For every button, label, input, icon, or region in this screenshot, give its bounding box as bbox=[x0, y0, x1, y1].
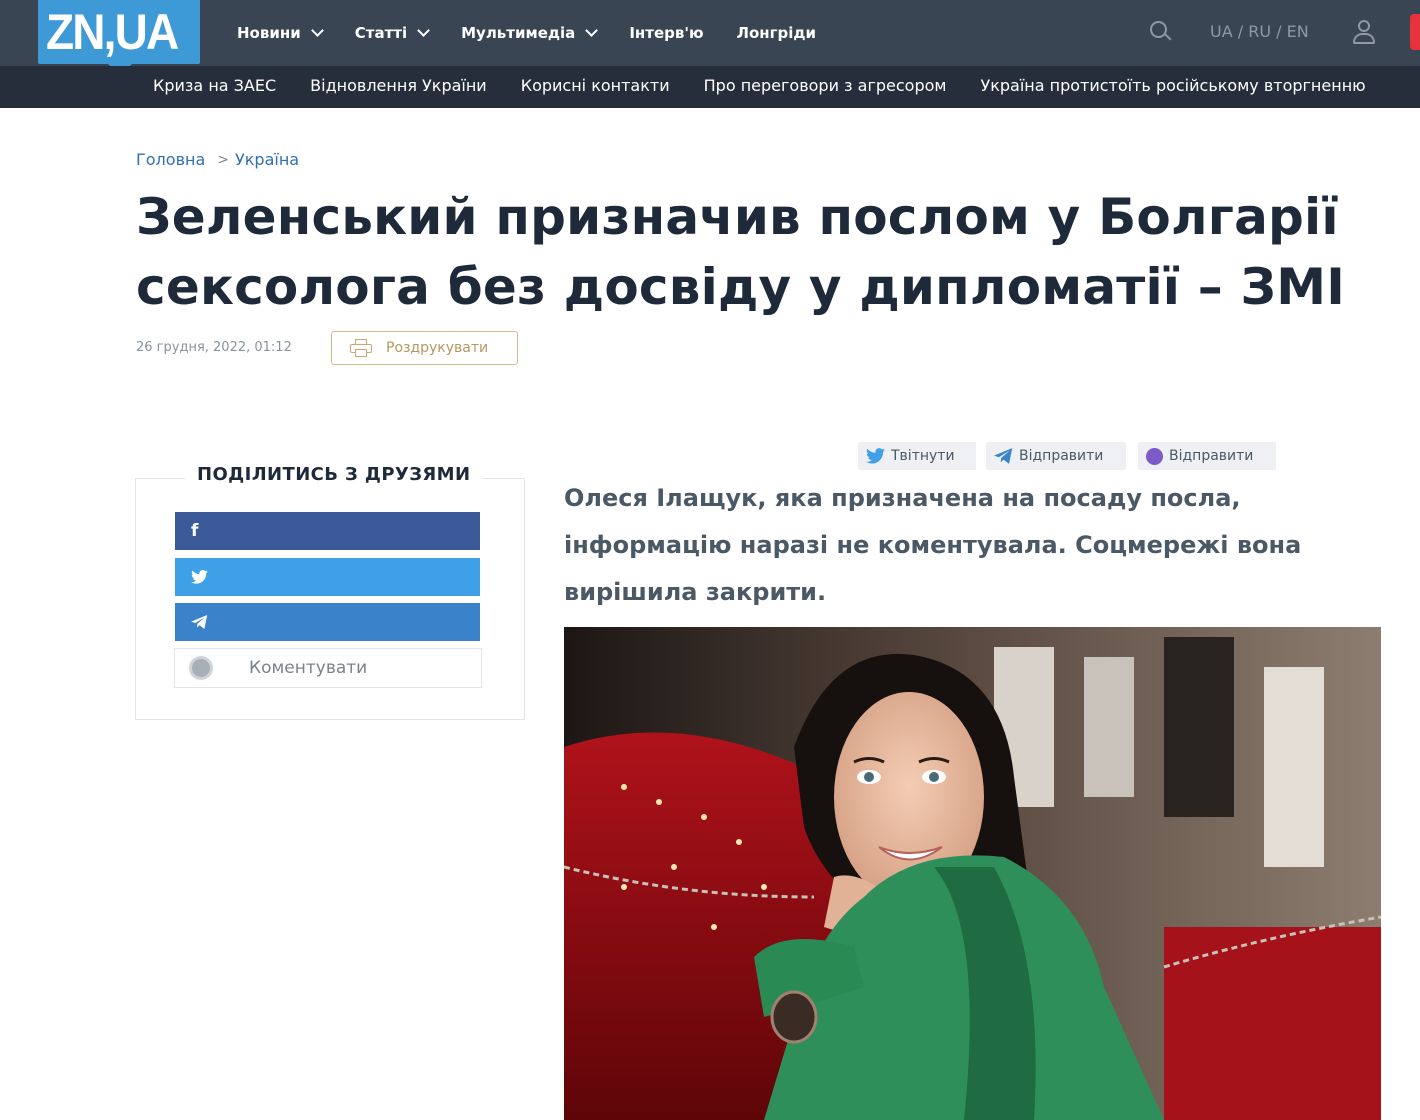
facebook-icon: f bbox=[191, 521, 199, 541]
printer-icon-paper bbox=[355, 349, 367, 357]
topic-link[interactable]: Про переговори з агресором bbox=[704, 76, 947, 95]
facebook-share-button[interactable]: f bbox=[175, 512, 480, 550]
topic-link[interactable]: Україна протистоїть російському вторгнен… bbox=[980, 76, 1365, 95]
nav-item-label: Статті bbox=[354, 24, 408, 42]
viber-icon bbox=[1146, 447, 1163, 465]
subscribe-tab[interactable] bbox=[1410, 14, 1420, 50]
article-lead: Олеся Ілащук, яка призначена на посаду п… bbox=[564, 484, 1302, 606]
chevron-down-icon bbox=[417, 24, 430, 37]
topic-link[interactable]: Корисні контакти bbox=[521, 76, 670, 95]
comment-button[interactable]: Коментувати bbox=[174, 648, 482, 688]
telegram-pill-button[interactable]: Відправити bbox=[986, 442, 1126, 470]
viber-pill-label: Відправити bbox=[1169, 448, 1254, 464]
nav-item-articles[interactable]: Статті bbox=[354, 24, 430, 42]
language-switcher[interactable]: UA / RU / EN bbox=[1210, 22, 1309, 41]
comment-button-label: Коментувати bbox=[249, 658, 368, 678]
chevron-right-icon: > bbox=[217, 151, 229, 168]
nav-item-news[interactable]: Новини bbox=[237, 24, 324, 42]
topic-link[interactable]: Відновлення України bbox=[310, 76, 487, 95]
tweet-pill-button[interactable]: Твітнути bbox=[858, 442, 976, 470]
tweet-pill-label: Твітнути bbox=[891, 448, 955, 464]
telegram-share-button[interactable] bbox=[175, 603, 480, 641]
twitter-icon bbox=[866, 448, 885, 464]
article-photo-illustration bbox=[564, 627, 1381, 1120]
nav-item-label: Лонгріди bbox=[736, 24, 816, 42]
share-box-title: ПОДІЛИТИСЬ З ДРУЗЯМИ bbox=[185, 464, 483, 485]
search-icon-handle bbox=[1164, 33, 1172, 41]
user-icon-body bbox=[1353, 33, 1375, 44]
main-nav: Новини Статті Мультимедіа Інтерв'ю Лонгр… bbox=[237, 20, 849, 46]
user-icon[interactable] bbox=[1352, 20, 1376, 46]
globe-icon bbox=[189, 656, 213, 680]
chevron-down-icon bbox=[585, 24, 599, 37]
site-header: ZN,UA Новини Статті Мультимедіа Інтерв'ю… bbox=[0, 0, 1420, 74]
nav-item-interviews[interactable]: Інтерв'ю bbox=[629, 24, 703, 42]
topics-bar: Криза на ЗАЕС Відновлення України Корисн… bbox=[0, 66, 1420, 108]
telegram-icon bbox=[191, 615, 208, 629]
nav-item-longreads[interactable]: Лонгріди bbox=[737, 24, 816, 42]
chevron-down-icon bbox=[310, 24, 324, 37]
viber-pill-button[interactable]: Відправити bbox=[1138, 442, 1276, 470]
search-icon[interactable] bbox=[1150, 21, 1172, 43]
twitter-icon bbox=[191, 570, 208, 584]
print-button[interactable]: Роздрукувати bbox=[331, 331, 518, 365]
breadcrumb-home[interactable]: Головна bbox=[136, 150, 205, 169]
breadcrumb: Головна > Україна bbox=[136, 150, 299, 169]
article-photo bbox=[564, 627, 1381, 1120]
article-title: Зеленський призначив послом у Болгарії с… bbox=[136, 188, 1346, 316]
nav-item-label: Новини bbox=[237, 24, 301, 42]
nav-item-label: Інтерв'ю bbox=[629, 24, 704, 42]
logo-text: ZN,UA bbox=[46, 4, 179, 60]
telegram-pill-label: Відправити bbox=[1019, 448, 1104, 464]
nav-item-label: Мультимедіа bbox=[461, 24, 576, 42]
topic-link[interactable]: Криза на ЗАЕС bbox=[153, 76, 276, 95]
telegram-icon bbox=[994, 448, 1013, 464]
topics-list: Криза на ЗАЕС Відновлення України Корисн… bbox=[153, 76, 1400, 95]
user-icon-head bbox=[1358, 20, 1370, 32]
twitter-share-button[interactable] bbox=[175, 558, 480, 596]
site-logo[interactable]: ZN,UA bbox=[38, 0, 200, 74]
nav-item-multimedia[interactable]: Мультимедіа bbox=[461, 24, 599, 42]
breadcrumb-section[interactable]: Україна bbox=[235, 150, 299, 169]
print-button-label: Роздрукувати bbox=[386, 340, 489, 356]
printer-icon bbox=[350, 339, 372, 357]
article-date: 26 грудня, 2022, 01:12 bbox=[136, 340, 292, 355]
